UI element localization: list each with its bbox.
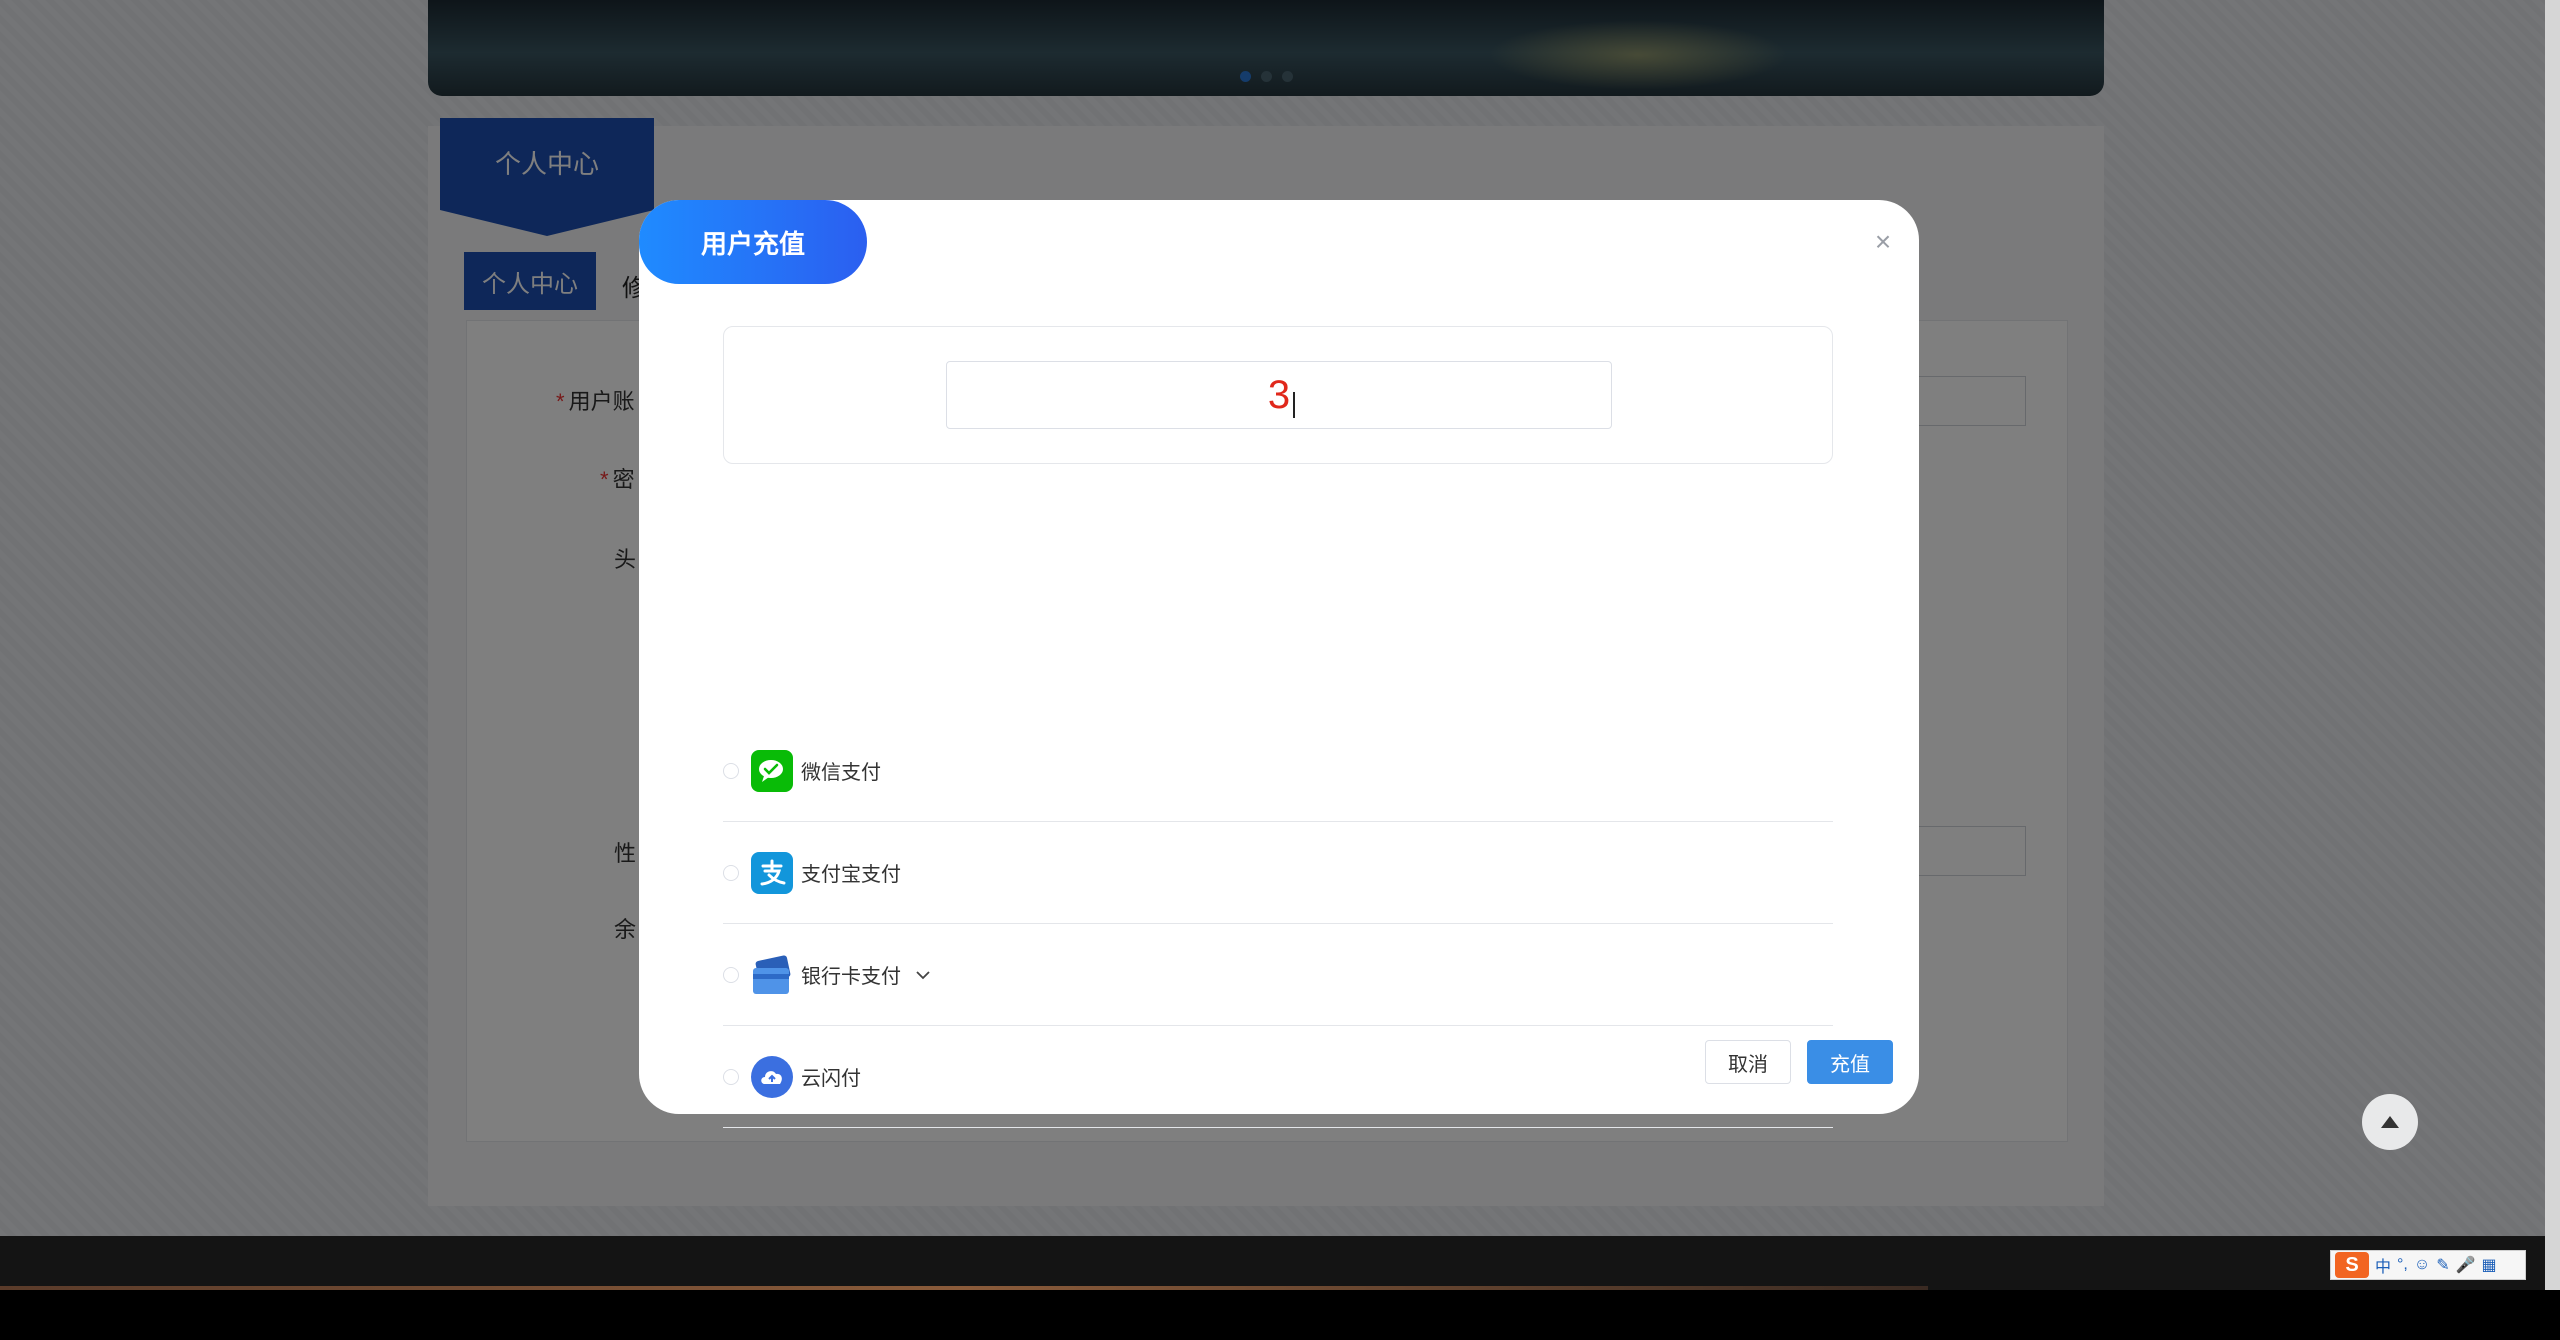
alipay-icon xyxy=(751,851,793,894)
amount-card xyxy=(723,326,1833,464)
recharge-dialog: 用户充值 × 微信支付 支付宝支付 xyxy=(639,200,1919,1128)
ime-toolbar[interactable]: S 中 °, ☺ ✎ 🎤 ▦ xyxy=(2330,1250,2526,1280)
page-scrollbar[interactable] xyxy=(2545,0,2560,1290)
payment-option-alipay[interactable]: 支付宝支付 xyxy=(723,822,1833,924)
chevron-down-icon[interactable] xyxy=(915,964,931,985)
back-to-top-button[interactable] xyxy=(2362,1094,2418,1150)
punctuation-icon[interactable]: °, xyxy=(2397,1256,2408,1274)
payment-option-label: 支付宝支付 xyxy=(801,864,901,886)
unionpay-cloud-icon xyxy=(751,1055,793,1098)
payment-radio[interactable] xyxy=(723,762,739,779)
taskbar xyxy=(0,1236,2545,1290)
wechat-pay-icon xyxy=(751,749,793,792)
screen-bottom-bar xyxy=(0,1290,2560,1340)
payment-option-label: 云闪付 xyxy=(801,1068,861,1090)
amount-input[interactable] xyxy=(946,361,1612,429)
ime-language-toggle[interactable]: 中 xyxy=(2375,1253,2391,1277)
payment-radio[interactable] xyxy=(723,966,739,983)
caret-up-icon xyxy=(2381,1116,2399,1128)
payment-option-wechat[interactable]: 微信支付 xyxy=(723,720,1833,822)
payment-option-label: 微信支付 xyxy=(801,762,881,784)
payment-radio[interactable] xyxy=(723,864,739,881)
emoji-icon[interactable]: ☺ xyxy=(2414,1256,2430,1274)
dialog-title: 用户充值 xyxy=(639,200,867,284)
payment-option-unionpay[interactable]: 云闪付 xyxy=(723,1026,1833,1128)
bank-card-icon xyxy=(751,954,793,996)
pen-icon[interactable]: ✎ xyxy=(2436,1255,2449,1275)
cancel-button[interactable]: 取消 xyxy=(1705,1040,1791,1084)
payment-option-label: 银行卡支付 xyxy=(801,966,901,988)
microphone-icon[interactable]: 🎤 xyxy=(2456,1255,2476,1275)
text-caret xyxy=(1293,392,1295,418)
sogou-ime-logo[interactable]: S xyxy=(2335,1252,2369,1278)
grid-icon[interactable]: ▦ xyxy=(2482,1255,2497,1275)
close-icon[interactable]: × xyxy=(1871,228,1895,256)
payment-radio[interactable] xyxy=(723,1068,739,1085)
payment-option-bank-card[interactable]: 银行卡支付 xyxy=(723,924,1833,1026)
recharge-button[interactable]: 充值 xyxy=(1807,1040,1893,1084)
